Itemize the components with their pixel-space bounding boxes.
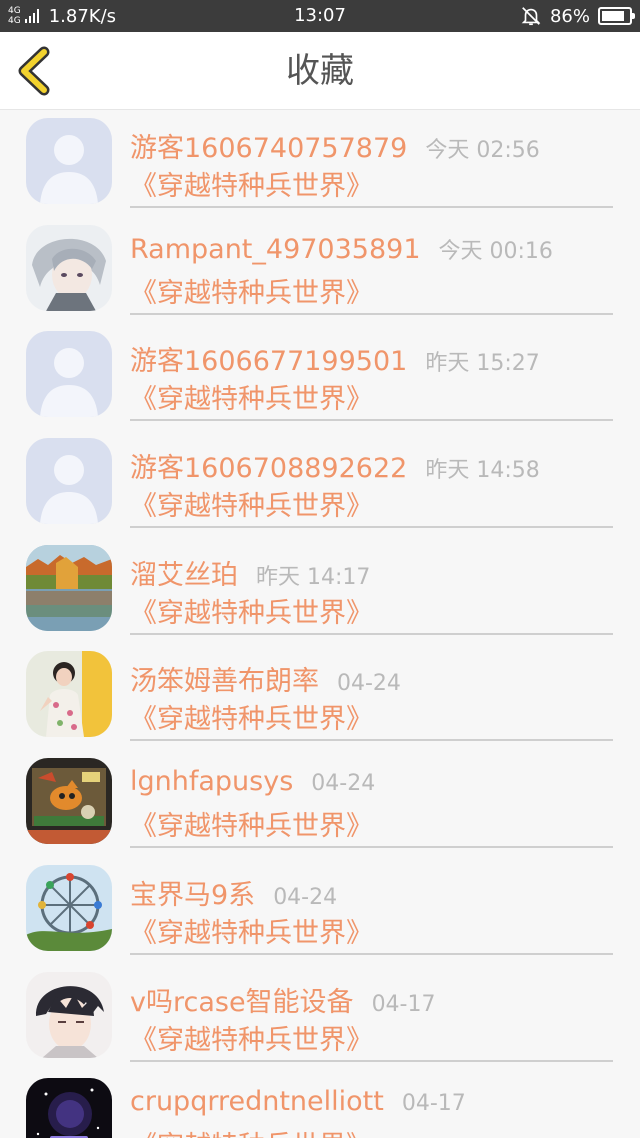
girl-photo-avatar[interactable] [26, 651, 112, 738]
user-name[interactable]: Rampant_497035891 [130, 234, 421, 265]
favorite-item[interactable]: Rampant_497035891 今天 00:16 《穿越特种兵世界》 [0, 217, 640, 324]
divider [130, 739, 613, 742]
constellation-avatar[interactable] [26, 1078, 112, 1138]
favorite-time: 今天 00:16 [438, 238, 553, 264]
book-title[interactable]: 《穿越特种兵世界》 [130, 271, 373, 310]
anime-man-avatar[interactable] [26, 971, 112, 1058]
favorite-time: 今天 02:56 [425, 138, 540, 163]
user-name[interactable]: 宝界马9系 [130, 873, 255, 912]
user-name[interactable]: lgnhfapusys [130, 766, 293, 797]
favorite-row-header: lgnhfapusys 04-24 [130, 766, 375, 797]
divider [130, 419, 613, 422]
favorite-item[interactable]: v吗rcase智能设备 04-17 《穿越特种兵世界》 [0, 964, 640, 1071]
favorite-row-header: crupqrredntnelliott 04-17 [130, 1086, 466, 1117]
page-title: 收藏 [286, 51, 354, 91]
favorite-item[interactable]: lgnhfapusys 04-24 《穿越特种兵世界》 [0, 750, 640, 857]
favorite-row-header: v吗rcase智能设备 04-17 [130, 980, 436, 1019]
book-title[interactable]: 《穿越特种兵世界》 [130, 484, 373, 523]
divider [130, 526, 613, 529]
user-name[interactable]: crupqrredntnelliott [130, 1086, 384, 1117]
user-name[interactable]: v吗rcase智能设备 [130, 980, 354, 1019]
battery-icon [598, 7, 635, 25]
divider [130, 632, 613, 635]
user-name[interactable]: 游客1606708892622 [130, 446, 407, 485]
divider [130, 952, 613, 955]
user-name[interactable]: 游客1606740757879 [130, 126, 407, 165]
divider [130, 1059, 613, 1062]
favorites-list: 游客1606740757879 今天 02:56 《穿越特种兵世界》 Rampant_… [0, 110, 640, 1138]
favorite-time: 04-24 [337, 671, 401, 697]
favorite-row-header: Rampant_497035891 今天 00:16 [130, 233, 553, 265]
battery-percent: 86% [549, 5, 590, 27]
default-avatar-icon[interactable] [26, 331, 112, 418]
favorite-row-header: 汤笨姆善布朗率 04-24 [130, 659, 401, 698]
user-name[interactable]: 溜艾丝珀 [130, 553, 238, 592]
user-name[interactable]: 汤笨姆善布朗率 [130, 659, 319, 698]
favorite-item[interactable]: 游客1606677199501 昨天 15:27 《穿越特种兵世界》 [0, 323, 640, 430]
divider [130, 206, 613, 208]
bell-muted-icon [521, 7, 541, 26]
status-right: 86% [520, 0, 635, 32]
favorite-row-header: 游客1606740757879 今天 02:56 [130, 126, 540, 165]
favorite-row-header: 游客1606677199501 昨天 15:27 [130, 339, 540, 378]
divider [130, 312, 613, 315]
book-title[interactable]: 《穿越特种兵世界》 [130, 804, 373, 843]
battery-fill [602, 11, 625, 21]
anime-boy-avatar[interactable] [26, 224, 112, 311]
favorite-time: 昨天 14:17 [256, 564, 371, 590]
favorite-time: 04-17 [401, 1091, 466, 1117]
favorite-time: 04-24 [311, 771, 376, 797]
default-avatar-icon[interactable] [26, 118, 112, 204]
user-name[interactable]: 游客1606677199501 [130, 339, 407, 378]
default-avatar-icon[interactable] [26, 438, 112, 525]
book-title[interactable]: 《穿越特种兵世界》 [130, 911, 373, 950]
favorite-item[interactable]: 游客1606740757879 今天 02:56 《穿越特种兵世界》 [0, 110, 640, 217]
favorite-item[interactable]: crupqrredntnelliott 04-17 《穿越特种兵世界》 [0, 1070, 640, 1138]
ferris-wheel-avatar[interactable] [26, 864, 112, 951]
favorite-item[interactable]: 游客1606708892622 昨天 14:58 《穿越特种兵世界》 [0, 430, 640, 537]
divider [130, 846, 613, 849]
favorite-item[interactable]: 宝界马9系 04-24 《穿越特种兵世界》 [0, 857, 640, 964]
book-title[interactable]: 《穿越特种兵世界》 [130, 591, 373, 630]
favorite-item[interactable]: 汤笨姆善布朗率 04-24 《穿越特种兵世界》 [0, 643, 640, 750]
book-title[interactable]: 《穿越特种兵世界》 [130, 1124, 373, 1138]
book-title[interactable]: 《穿越特种兵世界》 [130, 697, 373, 736]
favorite-row-header: 溜艾丝珀 昨天 14:17 [130, 553, 370, 592]
favorite-time: 04-24 [273, 884, 338, 910]
favorite-time: 昨天 14:58 [425, 458, 540, 484]
status-bar: 4G 4G 1.87K/s 13:07 86% [0, 0, 640, 32]
navigation-bar: 收藏 [0, 32, 640, 110]
book-title[interactable]: 《穿越特种兵世界》 [130, 1018, 373, 1057]
book-title[interactable]: 《穿越特种兵世界》 [130, 164, 373, 203]
favorite-time: 昨天 15:27 [425, 351, 540, 377]
favorite-item[interactable]: 溜艾丝珀 昨天 14:17 《穿越特种兵世界》 [0, 537, 640, 644]
book-title[interactable]: 《穿越特种兵世界》 [130, 377, 373, 416]
favorite-row-header: 宝界马9系 04-24 [130, 873, 337, 912]
favorite-row-header: 游客1606708892622 昨天 14:58 [130, 446, 540, 485]
cartoon-avatar[interactable] [26, 758, 112, 845]
favorite-time: 04-17 [371, 991, 436, 1017]
lake-avatar[interactable] [26, 544, 112, 631]
